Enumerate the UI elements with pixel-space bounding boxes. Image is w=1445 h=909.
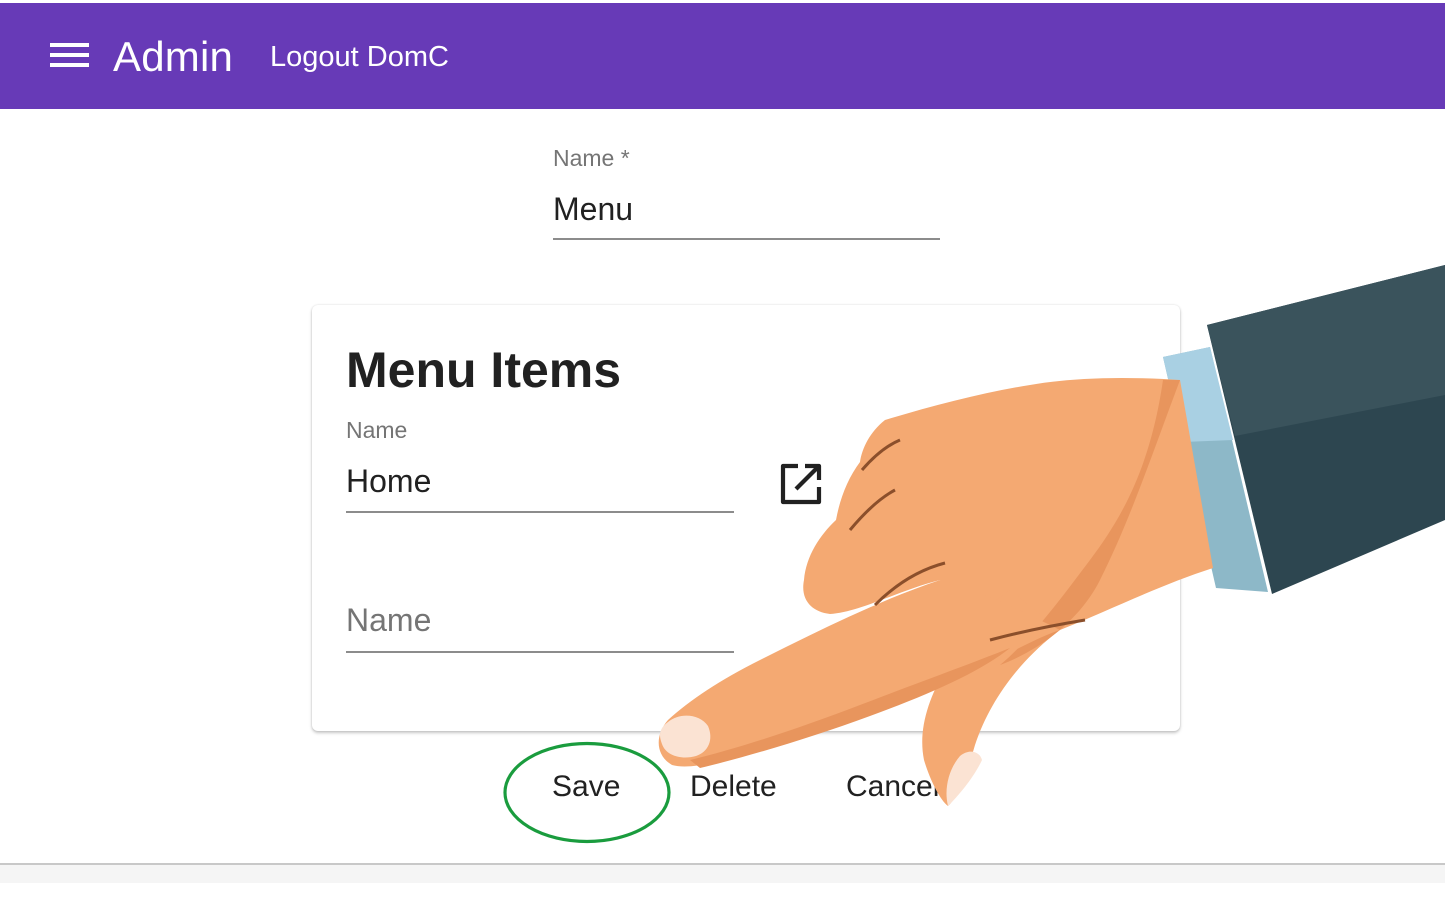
menu-item-label: Name [346,417,408,443]
hamburger-menu-icon[interactable] [50,43,90,73]
menu-name-underline [553,238,940,240]
menu-name-label: Name * [553,145,630,171]
delete-button[interactable]: Delete [690,770,777,804]
cancel-button[interactable]: Cancel [846,770,939,804]
app-bar: Admin Logout DomC [0,3,1445,109]
app-title: Admin [113,33,234,80]
menu-items-title: Menu Items [346,342,622,398]
new-menu-item-underline [346,651,734,653]
form-actions: Save Delete Cancel [0,770,1445,820]
menu-name-field: Name * [553,145,940,242]
menu-items-card: Menu Items Name [312,305,1180,731]
new-menu-item-field [346,595,734,657]
new-menu-item-input[interactable] [346,595,734,645]
menu-name-input[interactable] [553,187,940,231]
menu-item-input[interactable] [346,459,734,503]
menu-item-field: Name [346,417,734,517]
footer-band [0,865,1445,883]
logout-link[interactable]: Logout DomC [270,41,449,74]
save-button[interactable]: Save [552,770,620,804]
menu-item-underline [346,511,734,513]
open-in-new-icon[interactable] [778,461,824,507]
